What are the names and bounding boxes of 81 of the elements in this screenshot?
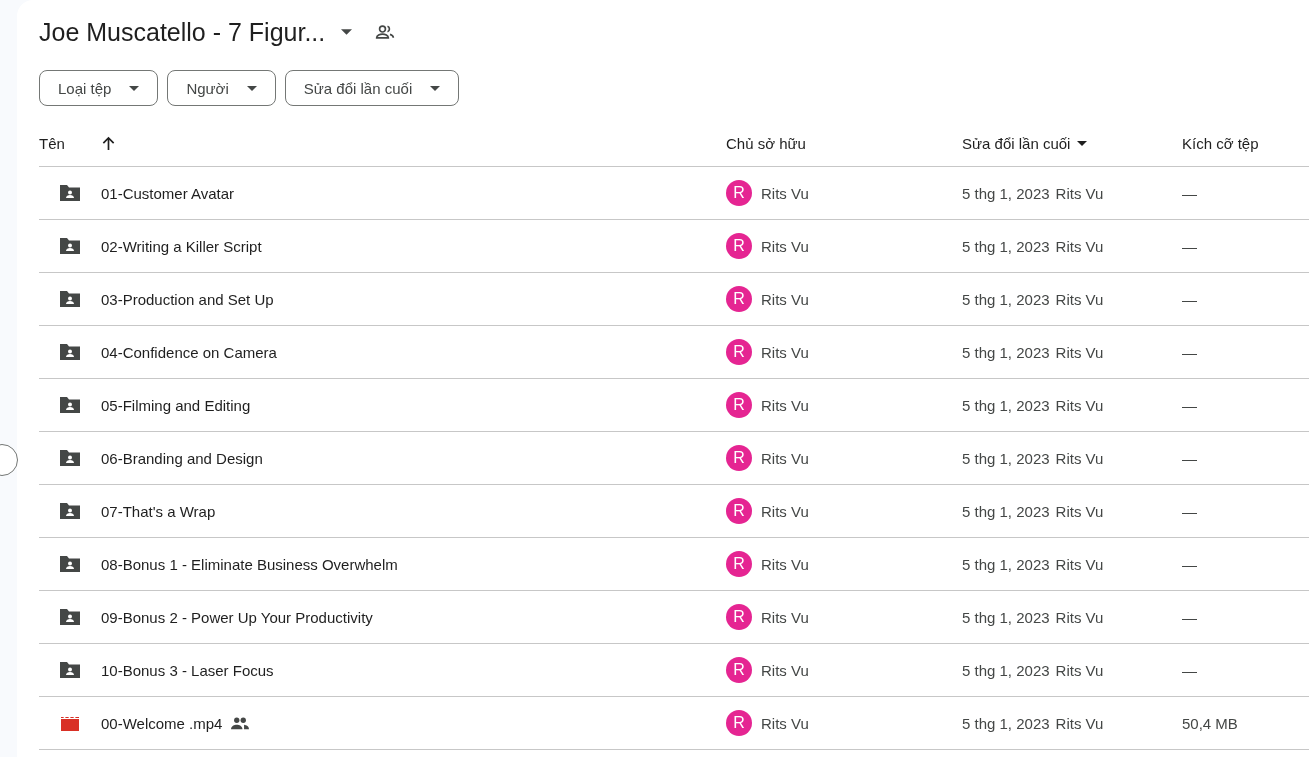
owner-name: Rits Vu <box>761 449 809 467</box>
owner-name: Rits Vu <box>761 714 809 732</box>
owner-name: Rits Vu <box>761 661 809 679</box>
owner-avatar: R <box>726 392 752 418</box>
dropdown-caret-icon <box>430 85 441 91</box>
modified-by: Rits Vu <box>1055 343 1104 361</box>
dropdown-caret-icon <box>129 85 140 91</box>
file-name[interactable]: 10-Bonus 3 - Laser Focus <box>101 661 274 679</box>
column-header[interactable]: Sửa đổi lần cuối <box>962 135 1071 152</box>
modified-by: Rits Vu <box>1055 449 1104 467</box>
modified-by: Rits Vu <box>1055 237 1104 255</box>
modified-by: Rits Vu <box>1055 608 1104 626</box>
file-size: — <box>1182 502 1197 520</box>
owner-avatar: R <box>726 180 752 206</box>
file-name[interactable]: 03-Production and Set Up <box>101 290 274 308</box>
owner-avatar: R <box>726 551 752 577</box>
file-name[interactable]: 09-Bonus 2 - Power Up Your Productivity <box>101 608 373 626</box>
owner-avatar: R <box>726 657 752 683</box>
file-name[interactable]: 07-That's a Wrap <box>101 502 216 520</box>
file-size: — <box>1182 396 1197 414</box>
modified-by: Rits Vu <box>1055 290 1104 308</box>
owner-name: Rits Vu <box>761 184 809 202</box>
filter-chip[interactable]: Loại tệp <box>39 70 159 106</box>
modified-by: Rits Vu <box>1055 555 1104 573</box>
owner-avatar: R <box>726 233 752 259</box>
modified-date: 5 thg 1, 2023 <box>962 608 1050 626</box>
file-size: — <box>1182 290 1197 308</box>
file-size: — <box>1182 608 1197 626</box>
owner-name: Rits Vu <box>761 290 809 308</box>
file-size: — <box>1182 237 1197 255</box>
modified-by: Rits Vu <box>1055 184 1104 202</box>
modified-date: 5 thg 1, 2023 <box>962 184 1050 202</box>
modified-by: Rits Vu <box>1055 396 1104 414</box>
modified-date: 5 thg 1, 2023 <box>962 290 1050 308</box>
modified-date: 5 thg 1, 2023 <box>962 714 1050 732</box>
filter-chip[interactable]: Sửa đổi lần cuối <box>284 70 460 106</box>
file-name[interactable]: 01-Customer Avatar <box>101 184 235 202</box>
file-name[interactable]: 04-Confidence on Camera <box>101 343 277 361</box>
file-size: 50,4 MB <box>1182 714 1238 732</box>
owner-name: Rits Vu <box>761 502 809 520</box>
owner-name: Rits Vu <box>761 396 809 414</box>
file-size: — <box>1182 555 1197 573</box>
file-name[interactable]: 06-Branding and Design <box>101 449 263 467</box>
owner-name: Rits Vu <box>761 343 809 361</box>
file-size: — <box>1182 661 1197 679</box>
owner-avatar: R <box>726 710 752 736</box>
owner-avatar: R <box>726 604 752 630</box>
file-size: — <box>1182 449 1197 467</box>
modified-date: 5 thg 1, 2023 <box>962 555 1050 573</box>
owner-avatar: R <box>726 498 752 524</box>
dropdown-caret-icon[interactable] <box>341 29 353 35</box>
column-header[interactable]: Tên <box>39 135 65 152</box>
owner-avatar: R <box>726 445 752 471</box>
dropdown-caret-icon <box>246 85 257 91</box>
owner-avatar: R <box>726 286 752 312</box>
owner-name: Rits Vu <box>761 608 809 626</box>
file-size: — <box>1182 184 1197 202</box>
modified-date: 5 thg 1, 2023 <box>962 449 1050 467</box>
modified-date: 5 thg 1, 2023 <box>962 502 1050 520</box>
modified-by: Rits Vu <box>1055 661 1104 679</box>
file-name[interactable]: 00-Welcome .mp4 <box>101 714 223 732</box>
file-name[interactable]: 08-Bonus 1 - Eliminate Business Overwhelm <box>101 555 398 573</box>
file-name[interactable]: 02-Writing a Killer Script <box>101 237 262 255</box>
file-size: — <box>1182 343 1197 361</box>
modified-date: 5 thg 1, 2023 <box>962 237 1050 255</box>
owner-name: Rits Vu <box>761 237 809 255</box>
modified-by: Rits Vu <box>1055 502 1104 520</box>
owner-avatar: R <box>726 339 752 365</box>
modified-date: 5 thg 1, 2023 <box>962 396 1050 414</box>
modified-date: 5 thg 1, 2023 <box>962 661 1050 679</box>
owner-name: Rits Vu <box>761 555 809 573</box>
filter-chip[interactable]: Người <box>167 70 276 106</box>
column-header[interactable]: Kích cỡ tệp <box>1182 135 1259 152</box>
people-icon[interactable] <box>375 22 396 42</box>
dropdown-caret-icon[interactable] <box>1077 141 1088 146</box>
folder-title: Joe Muscatello - 7 Figur... <box>39 17 326 47</box>
sort-arrow-icon[interactable] <box>100 136 116 151</box>
column-header[interactable]: Chủ sở hữu <box>726 135 806 152</box>
modified-date: 5 thg 1, 2023 <box>962 343 1050 361</box>
modified-by: Rits Vu <box>1055 714 1104 732</box>
file-name[interactable]: 05-Filming and Editing <box>101 396 251 414</box>
